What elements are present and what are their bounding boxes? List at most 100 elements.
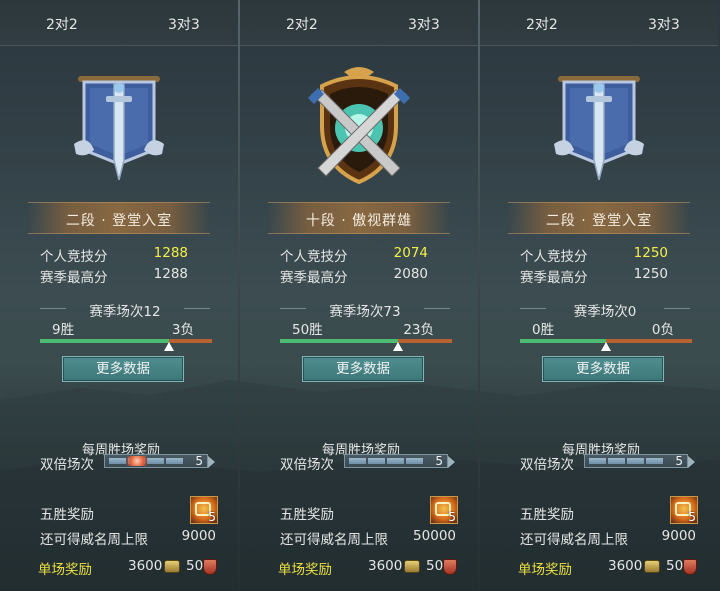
more-data-button[interactable]: 更多数据 [542,356,664,382]
more-data-button[interactable]: 更多数据 [62,356,184,382]
wins-count: 0胜 [532,322,555,338]
personal-score-value: 1288 [153,245,188,261]
mode-tabbar: 2对2 3对3 [240,0,478,46]
weekly-limit-value: 9000 [661,528,696,544]
tab-3v3[interactable]: 3对3 [648,14,680,34]
track-segment [627,458,644,464]
weekly-limit-value: 9000 [181,528,216,544]
rank-title: 二段 · 登堂入室 [545,213,653,229]
season-matches-count: 赛季场次12 [89,304,161,320]
double-matches-track: 5 [584,454,695,468]
reward-chest-icon[interactable]: 5 [670,496,698,524]
season-high-row: 赛季最高分 1250 [520,266,680,286]
arrow-right-icon [448,456,455,468]
shield-reward-value: 50 [186,558,204,574]
season-high-value: 2080 [393,266,428,282]
personal-score-value: 1250 [633,245,668,261]
season-high-row: 赛季最高分 1288 [40,266,200,286]
track-segment [349,458,366,464]
single-match-reward-label: 单场奖励 [518,562,572,578]
tab-3v3[interactable]: 3对3 [168,14,200,34]
coin-icon [644,560,660,573]
coin-reward-value: 3600 [368,558,403,574]
losses-count: 3负 [171,322,194,338]
five-win-reward-label: 五胜奖励 [280,507,334,523]
banner-sword-emblem-icon [74,76,164,181]
ornament-line [664,308,690,309]
reward-quantity: 5 [208,510,216,524]
win-rate-marker [601,342,611,351]
coin-icon [164,560,180,573]
weekly-limit-value: 50000 [413,528,456,544]
wins-count: 50胜 [292,322,323,338]
double-matches-label: 双倍场次 [40,457,94,473]
win-loss-bar [40,339,212,351]
double-matches-label: 双倍场次 [520,457,574,473]
arrow-right-icon [688,456,695,468]
personal-score-row: 个人竞技分 1250 [520,245,680,265]
mode-tabbar: 2对2 3对3 [0,0,238,46]
coin-icon [404,560,420,573]
season-high-row: 赛季最高分 2080 [280,266,440,286]
reward-quantity: 5 [448,510,456,524]
shield-icon [683,559,697,575]
track-segment [608,458,625,464]
win-loss-bar [520,339,692,351]
win-rate-marker [393,342,403,351]
shield-icon [203,559,217,575]
reward-chest-icon[interactable]: 5 [430,496,458,524]
ornament-line [184,308,210,309]
personal-score-label: 个人竞技分 [40,249,108,265]
losses-count: 0负 [651,322,674,338]
single-match-reward-label: 单场奖励 [38,562,92,578]
tab-2v2[interactable]: 2对2 [526,14,558,34]
five-win-reward-label: 五胜奖励 [520,507,574,523]
rank-panel-left: 2对2 3对3 二段 · 登堂入室 个人竞技分 1288 赛季最高分 1288 … [0,0,240,591]
personal-score-label: 个人竞技分 [280,249,348,265]
tab-2v2[interactable]: 2对2 [46,14,78,34]
season-high-label: 赛季最高分 [520,270,588,286]
win-fill [280,339,398,343]
win-fill [40,339,169,343]
five-win-reward-label: 五胜奖励 [40,507,94,523]
more-data-button[interactable]: 更多数据 [302,356,424,382]
shield-reward-value: 50 [666,558,684,574]
rank-panel-right: 2对2 3对3 二段 · 登堂入室 个人竞技分 1250 赛季最高分 1250 … [480,0,720,591]
double-matches-count: 5 [195,454,203,468]
double-matches-label: 双倍场次 [280,457,334,473]
personal-score-row: 个人竞技分 1288 [40,245,200,265]
reward-chest-icon[interactable]: 5 [190,496,218,524]
coin-reward-value: 3600 [608,558,643,574]
season-high-label: 赛季最高分 [40,270,108,286]
double-matches-track: 5 [344,454,455,468]
tab-3v3[interactable]: 3对3 [408,14,440,34]
double-matches-count: 5 [675,454,683,468]
crossed-swords-emblem-icon [308,67,410,185]
track-segment [166,458,183,464]
rank-title: 二段 · 登堂入室 [65,213,173,229]
season-matches-header: 赛季场次73 [280,298,450,320]
tab-2v2[interactable]: 2对2 [286,14,318,34]
win-loss-bar [280,339,452,351]
rank-banner: 十段 · 傲视群雄 [268,202,450,234]
personal-score-row: 个人竞技分 2074 [280,245,440,265]
shield-icon [443,559,457,575]
ornament-line [424,308,450,309]
track-segment [387,458,404,464]
weekly-limit-label: 还可得威名周上限 [520,532,628,548]
season-high-value: 1288 [153,266,188,282]
active-spark-icon [123,456,151,466]
banner-sword-emblem-icon [554,76,644,181]
season-matches-count: 赛季场次73 [329,304,401,320]
coin-reward-value: 3600 [128,558,163,574]
double-matches-count: 5 [435,454,443,468]
personal-score-label: 个人竞技分 [520,249,588,265]
season-matches-count: 赛季场次0 [573,304,637,320]
mode-tabbar: 2对2 3对3 [480,0,718,46]
losses-count: 23负 [403,322,434,338]
personal-score-value: 2074 [393,245,428,261]
weekly-limit-label: 还可得威名周上限 [40,532,148,548]
reward-quantity: 5 [688,510,696,524]
season-matches-header: 赛季场次0 [520,298,690,320]
rank-banner: 二段 · 登堂入室 [28,202,210,234]
